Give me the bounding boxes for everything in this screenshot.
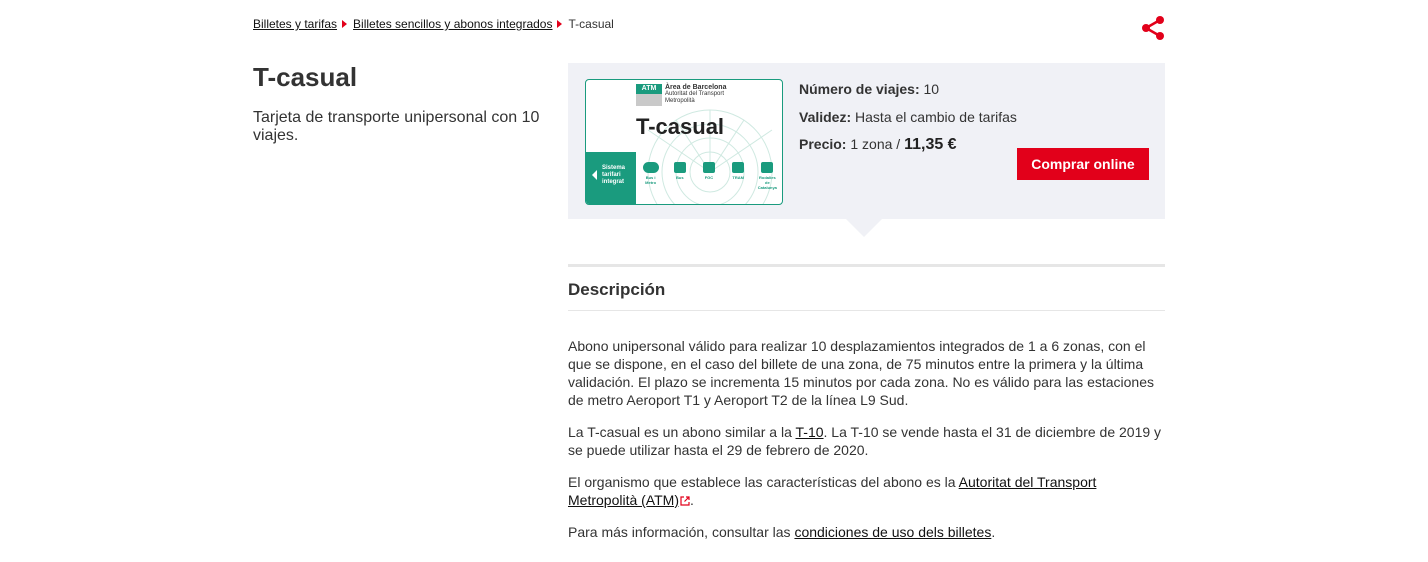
bus-icon: Bus [670,162,690,190]
precio-label: Precio: [799,136,847,152]
paragraph-text: . [991,524,996,540]
share-icon[interactable] [1141,15,1165,41]
breadcrumb-link-billetes-sencillos[interactable]: Billetes sencillos y abonos integrados [353,17,552,31]
card-title: T-casual [636,114,725,139]
info-precio: Precio: 1 zona / 11,35 € [799,136,957,154]
paragraph-text: La T-casual es un abono similar a la [568,424,796,440]
description-paragraph: La T-casual es un abono similar a la T-1… [568,423,1168,459]
condiciones-link[interactable]: condiciones de uso dels billetes [794,524,991,540]
info-viajes: Número de viajes: 10 [799,81,939,97]
paragraph-text: Para más información, consultar las [568,524,795,540]
comprar-online-button[interactable]: Comprar online [1017,148,1149,180]
paragraph-text: . [689,492,694,508]
card-strip-text: Sistema tarifari integrat [602,165,626,185]
t10-link[interactable]: T-10 [796,424,824,440]
tram-icon: TRAM [728,162,748,190]
breadcrumb: Billetes y tarifas Billetes sencillos y … [253,17,614,31]
card-logo-block [636,94,662,106]
description-title: Descripción [568,280,666,299]
card-atm-logo: ATM [636,84,662,94]
paragraph-text: El organismo que establece las caracterí… [568,474,959,490]
page-lead: Tarjeta de transporte unipersonal con 10… [253,109,540,144]
card-issuer-line: Àrea de Barcelona [665,84,727,91]
chevron-left-icon [592,170,597,180]
description-paragraph: Para más información, consultar las cond… [568,523,1168,541]
breadcrumb-current: T-casual [568,17,614,31]
page-title: T-casual [253,62,358,92]
card-issuer-line: Autoritat del Transport [665,91,725,97]
rodalies-icon: Rodalies de Catalunya [757,162,777,190]
card-issuer-line: Metropolità [665,98,695,104]
viajes-label: Número de viajes: [799,81,920,97]
ticket-card-image: ATM Àrea de Barcelona Autoritat del Tran… [585,79,783,205]
precio-zona: 1 zona / [850,136,901,152]
description-paragraph: Abono unipersonal válido para realizar 1… [568,338,1154,408]
info-validez: Validez: Hasta el cambio de tarifas [799,109,1017,125]
description-paragraph: El organismo que establece las caracterí… [568,473,1168,509]
description-body: Abono unipersonal válido para realizar 1… [568,337,1168,555]
precio-value: 11,35 € [904,136,957,153]
panel-pointer [846,219,882,237]
validez-label: Validez: [799,109,852,125]
ticket-info-panel: ATM Àrea de Barcelona Autoritat del Tran… [568,63,1165,219]
card-green-strip: Sistema tarifari integrat [586,152,636,204]
breadcrumb-link-billetes-tarifas[interactable]: Billetes y tarifas [253,17,337,31]
breadcrumb-separator-icon [557,20,563,28]
breadcrumb-separator-icon [342,20,348,28]
divider [568,264,1165,267]
external-link-icon [680,496,690,506]
card-issuer: Àrea de Barcelona Autoritat del Transpor… [665,84,726,105]
viajes-value: 10 [923,81,940,97]
bus-metro-icon: Bus i Metro [641,162,661,190]
fgc-icon: FGC [699,162,719,190]
card-fine-print [728,84,780,128]
card-transport-modes: Bus i Metro Bus FGC TRAM Rodalies de Cat… [636,162,782,190]
divider [568,310,1165,311]
validez-value: Hasta el cambio de tarifas [855,109,1017,125]
